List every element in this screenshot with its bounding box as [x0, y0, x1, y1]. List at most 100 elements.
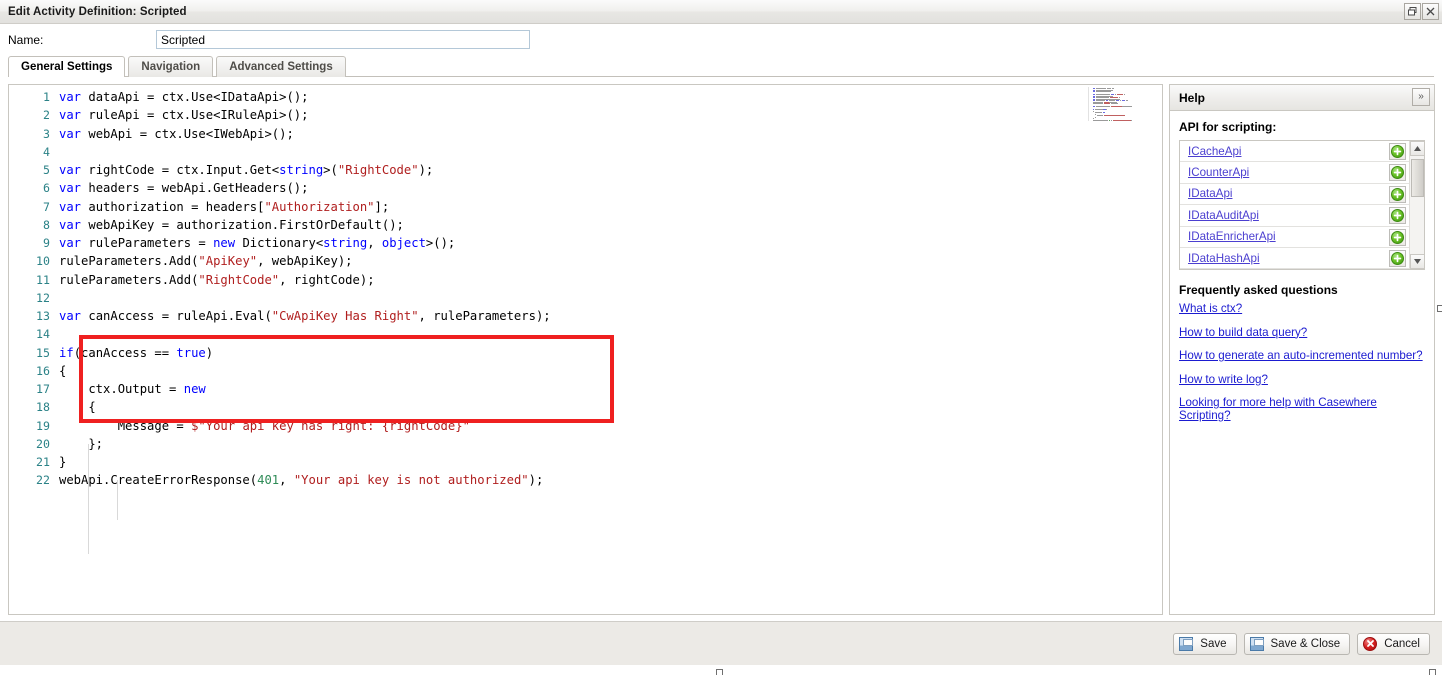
api-list-item[interactable]: ICacheApi [1180, 141, 1409, 163]
api-link[interactable]: IDataApi [1188, 187, 1232, 200]
code-text: var canAccess = ruleApi.Eval("CwApiKey H… [59, 309, 551, 323]
code-text: ctx.Output = new [59, 382, 206, 396]
dialog-footer: Save Save & Close Cancel [0, 621, 1442, 665]
scrollbar-thumb[interactable] [1411, 159, 1424, 197]
minimap-line [1093, 106, 1095, 107]
tab-label: General Settings [21, 61, 113, 73]
api-list-item[interactable]: IDataProtectionApi [1180, 269, 1409, 270]
line-number: 2 [43, 108, 50, 123]
scroll-up-arrow-icon[interactable] [1410, 141, 1424, 156]
panel-resize-marker[interactable] [1437, 305, 1442, 312]
edit-activity-definition-window: Edit Activity Definition: Scripted Name:… [0, 0, 1442, 675]
code-line: 14 [9, 325, 1162, 343]
script-editor-panel[interactable]: 1 var dataApi = ctx.Use<IDataApi>(); 2 var … [8, 84, 1163, 615]
tab-label: Navigation [141, 61, 201, 73]
api-link[interactable]: ICounterApi [1188, 166, 1249, 179]
save-button[interactable]: Save [1173, 632, 1237, 655]
name-input[interactable] [156, 30, 530, 49]
minimap-line [1096, 106, 1110, 107]
api-list-item[interactable]: ICounterApi [1180, 162, 1409, 184]
plus-circle-icon [1391, 209, 1404, 223]
faq-link-what-is-ctx[interactable]: What is ctx? [1179, 302, 1425, 315]
minimap-line [1093, 91, 1095, 92]
code-line: 2 var ruleApi = ctx.Use<IRuleApi>(); [9, 106, 1162, 124]
line-number: 4 [43, 144, 50, 159]
plus-circle-icon [1391, 166, 1404, 180]
name-label: Name: [8, 32, 44, 47]
line-number: 10 [36, 254, 50, 269]
api-link[interactable]: IDataHashApi [1188, 252, 1260, 265]
help-panel-body: API for scripting: ICacheApi ICounterApi I… [1170, 111, 1434, 433]
api-list-scrollbar[interactable] [1409, 141, 1424, 269]
line-number: 15 [36, 345, 50, 360]
line-number: 11 [36, 272, 50, 287]
line-number: 7 [43, 199, 50, 214]
api-link[interactable]: IDataAuditApi [1188, 209, 1259, 222]
minimap-line [1113, 119, 1131, 121]
api-list-item[interactable]: IDataHashApi [1180, 248, 1409, 269]
api-list-item[interactable]: IDataAuditApi [1180, 205, 1409, 227]
tab-general-settings[interactable]: General Settings [8, 56, 126, 78]
insert-api-button[interactable] [1389, 249, 1406, 267]
code-text: var rightCode = ctx.Input.Get<string>("R… [59, 163, 434, 177]
minimap-line [1093, 110, 1094, 112]
code-text: if(canAccess == true) [59, 345, 214, 360]
save-button-label: Save [1200, 637, 1227, 650]
minimap-line [1103, 112, 1105, 113]
line-number: 21 [36, 455, 50, 469]
code-text: ruleParameters.Add("RightCode", rightCod… [59, 272, 375, 287]
line-number: 3 [43, 126, 50, 141]
cancel-button[interactable]: Cancel [1357, 632, 1430, 655]
api-list-item[interactable]: IDataEnricherApi [1180, 227, 1409, 248]
api-link[interactable]: IDataEnricherApi [1188, 230, 1276, 243]
tab-label: Advanced Settings [229, 61, 333, 73]
minimap-line [1126, 100, 1129, 101]
close-icon[interactable] [1422, 3, 1439, 20]
chevron-double-right-icon[interactable]: » [1412, 88, 1430, 106]
minimap-line [1095, 112, 1103, 113]
plus-circle-icon [1391, 230, 1404, 244]
code-minimap[interactable] [1088, 87, 1160, 121]
api-section-heading: API for scripting: [1179, 120, 1277, 134]
status-marker-center [716, 669, 723, 675]
save-and-close-button[interactable]: Save & Close [1243, 632, 1351, 655]
faq-link-build-data-query[interactable]: How to build data query? [1179, 326, 1425, 339]
faq-link-more-help[interactable]: Looking for more help with Casewhere Scr… [1179, 396, 1425, 422]
name-row: Name: [0, 24, 1442, 55]
code-text: var webApi = ctx.Use<IWebApi>(); [59, 126, 294, 141]
line-number: 13 [36, 309, 50, 323]
minimap-line [1122, 106, 1133, 107]
status-marker-right [1429, 669, 1436, 675]
minimap-line [1097, 115, 1103, 116]
minimap-line [1104, 103, 1111, 104]
code-line: 19 Message = $"Your api key has right: {… [9, 417, 1162, 435]
api-list-item[interactable]: IDataApi [1180, 184, 1409, 206]
insert-api-button[interactable] [1389, 143, 1406, 160]
insert-api-button[interactable] [1389, 164, 1406, 182]
api-link[interactable]: ICacheApi [1188, 145, 1242, 158]
minimap-line [1106, 109, 1108, 110]
insert-api-button[interactable] [1389, 228, 1406, 246]
restore-icon[interactable] [1404, 3, 1421, 20]
faq-link-auto-incremented-number[interactable]: How to generate an auto-incremented numb… [1179, 349, 1425, 362]
minimap-line [1131, 119, 1133, 121]
insert-api-button[interactable] [1389, 185, 1406, 203]
line-number: 8 [43, 217, 50, 232]
code-line: 12 [9, 289, 1162, 307]
plus-circle-icon [1391, 187, 1404, 201]
minimap-line [1111, 103, 1119, 104]
tab-navigation[interactable]: Navigation [128, 56, 214, 77]
script-editor[interactable]: 1 var dataApi = ctx.Use<IDataApi>(); 2 var … [9, 85, 1162, 614]
code-line: 20 }; [9, 435, 1162, 453]
faq-link-write-log[interactable]: How to write log? [1179, 373, 1425, 386]
floppy-icon [1249, 636, 1264, 651]
tab-content-general-settings: 1 var dataApi = ctx.Use<IDataApi>(); 2 var … [0, 77, 1442, 621]
insert-api-button[interactable] [1389, 207, 1406, 225]
code-line: 16 { [9, 362, 1162, 380]
tab-advanced-settings[interactable]: Advanced Settings [216, 56, 346, 77]
scroll-down-arrow-icon[interactable] [1410, 254, 1424, 269]
cancel-button-label: Cancel [1384, 637, 1420, 650]
code-text: ruleParameters.Add("ApiKey", webApiKey); [59, 254, 353, 269]
code-line: 22 webApi.CreateErrorResponse(401, "Your … [9, 471, 1162, 489]
